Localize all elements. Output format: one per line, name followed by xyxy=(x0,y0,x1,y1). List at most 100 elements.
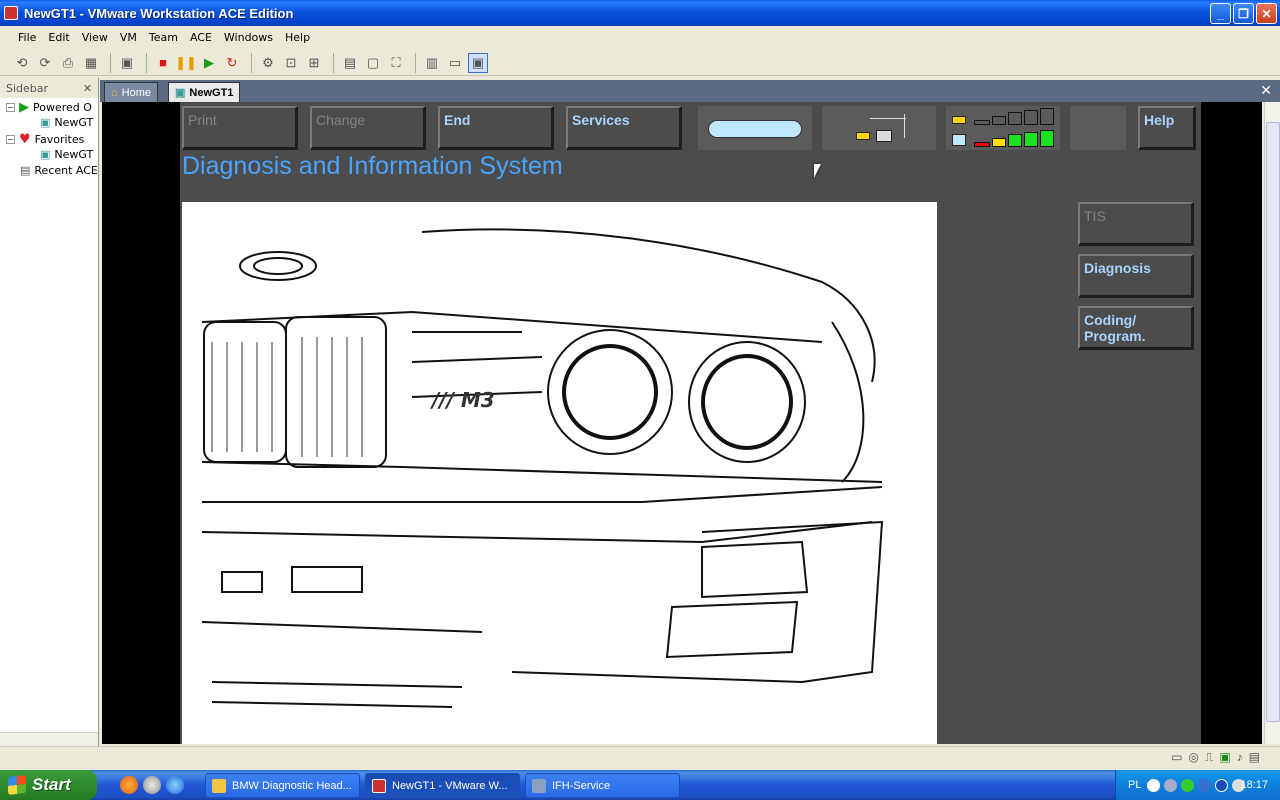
tree-recent-ace[interactable]: ▤ Recent ACE xyxy=(20,164,98,177)
sidebar-toggle-icon[interactable]: ▤ xyxy=(340,53,360,73)
restore-button[interactable]: ❐ xyxy=(1233,3,1254,24)
tree-favorites[interactable]: − ♥ Favorites xyxy=(6,132,84,147)
tab-label: NewGT1 xyxy=(189,86,234,99)
services-button[interactable]: Services xyxy=(566,106,682,150)
window-title-bar[interactable]: NewGT1 - VMware Workstation ACE Edition … xyxy=(0,0,1280,26)
task-ifh-service[interactable]: IFH-Service xyxy=(525,773,680,798)
start-label: Start xyxy=(32,775,71,794)
summary-view-icon[interactable]: ▥ xyxy=(422,53,442,73)
unity-view-icon[interactable]: ▣ xyxy=(468,52,488,73)
play-icon: ▶ xyxy=(19,100,29,115)
language-indicator[interactable]: PL xyxy=(1128,779,1141,791)
clock[interactable]: 18:17 xyxy=(1240,779,1268,791)
menu-file[interactable]: File xyxy=(12,31,42,44)
collapse-icon[interactable]: − xyxy=(6,135,15,144)
vm-icon: ▣ xyxy=(40,148,51,161)
firefox-quicklaunch-icon[interactable] xyxy=(120,776,138,794)
sidebar-close-icon[interactable]: ✕ xyxy=(83,82,92,95)
message-log-icon[interactable]: ▤ xyxy=(1249,750,1260,765)
tray-expand-icon[interactable] xyxy=(1147,778,1161,792)
task-label: NewGT1 - VMware W... xyxy=(392,779,508,792)
tree-label: NewGT xyxy=(54,148,94,161)
connection-icon xyxy=(856,114,906,144)
revert-icon[interactable]: ⊡ xyxy=(281,53,301,73)
help-button[interactable]: Help xyxy=(1138,106,1196,150)
revert-snapshot-icon[interactable]: ⟳ xyxy=(35,53,55,73)
settings-icon[interactable]: ⚙ xyxy=(258,53,278,73)
snapshot-icon[interactable]: ⟲ xyxy=(12,53,32,73)
connection-indicator xyxy=(822,106,936,150)
vertical-scrollbar[interactable] xyxy=(1264,102,1280,744)
take-snapshot-icon[interactable]: ⎙ xyxy=(58,53,78,73)
menu-help[interactable]: Help xyxy=(279,31,316,44)
task-label: BMW Diagnostic Head... xyxy=(232,779,352,792)
network-device-icon[interactable]: ▣ xyxy=(1219,750,1230,765)
suspend-icon[interactable]: ❚❚ xyxy=(175,53,197,73)
tree-vm-newgt-favorite[interactable]: ▣ NewGT xyxy=(40,148,93,161)
task-bmw-diagnostic[interactable]: BMW Diagnostic Head... xyxy=(205,773,360,798)
bluetooth-tray-icon[interactable] xyxy=(1215,778,1229,792)
sidebar-title: Sidebar xyxy=(6,81,49,95)
sound-device-icon[interactable]: ♪ xyxy=(1237,750,1243,765)
network-tray-icon[interactable] xyxy=(1181,778,1195,792)
menu-vm[interactable]: VM xyxy=(114,31,143,44)
fullscreen-icon[interactable]: ⛶ xyxy=(386,53,406,73)
page-title: Diagnosis and Information System xyxy=(182,152,563,180)
diagnosis-button[interactable]: Diagnosis xyxy=(1078,254,1194,298)
menu-ace[interactable]: ACE xyxy=(184,31,218,44)
vmware-tray-icon[interactable] xyxy=(1164,778,1178,792)
desktop-quicklaunch-icon[interactable] xyxy=(143,776,161,794)
sidebar: Sidebar ✕ − ▶ Powered O ▣ NewGT − ♥ Favo… xyxy=(0,78,99,746)
cdrom-device-icon[interactable]: ◎ xyxy=(1188,750,1198,765)
close-tab-icon[interactable]: ✕ xyxy=(1260,82,1272,99)
close-button[interactable]: ✕ xyxy=(1256,3,1277,24)
tree-vm-newgt-powered[interactable]: ▣ NewGT xyxy=(40,116,93,129)
ie-quicklaunch-icon[interactable] xyxy=(166,776,184,794)
floppy-device-icon[interactable]: ▭ xyxy=(1171,750,1182,765)
menu-view[interactable]: View xyxy=(76,31,114,44)
tree-label: Favorites xyxy=(34,133,85,146)
reset-icon[interactable]: ↻ xyxy=(222,53,242,73)
usb-device-icon[interactable]: ⎍ xyxy=(1205,750,1213,765)
collapse-icon[interactable]: − xyxy=(6,103,15,112)
tis-button[interactable]: TIS xyxy=(1078,202,1194,246)
clone-icon[interactable]: ▣ xyxy=(117,53,137,73)
start-button[interactable]: Start xyxy=(0,770,97,800)
tree-label: NewGT xyxy=(54,116,94,129)
power-off-icon[interactable]: ■ xyxy=(153,53,173,73)
power-on-icon[interactable]: ▶ xyxy=(199,53,219,73)
console-view-icon[interactable]: ▭ xyxy=(445,53,465,73)
vm-console[interactable]: Print Change End Services Help Diagnosis… xyxy=(102,102,1262,744)
end-button[interactable]: End xyxy=(438,106,554,150)
tree-powered-on[interactable]: − ▶ Powered O xyxy=(6,100,92,115)
battery-indicator xyxy=(698,106,812,150)
quick-switch-icon[interactable]: ▢ xyxy=(363,53,383,73)
minimize-button[interactable]: _ xyxy=(1210,3,1231,24)
sync-tray-icon[interactable] xyxy=(1198,778,1212,792)
service-icon xyxy=(532,778,546,793)
snapshot-manager-icon[interactable]: ▦ xyxy=(81,53,101,73)
tree-label: Powered O xyxy=(33,101,92,114)
coding-program-button[interactable]: Coding/ Program. xyxy=(1078,306,1194,350)
sidebar-horizontal-scrollbar[interactable] xyxy=(0,732,98,746)
signal-bars-icon xyxy=(952,108,1056,148)
vm-icon: ▣ xyxy=(175,87,186,99)
menu-windows[interactable]: Windows xyxy=(218,31,279,44)
tab-bar: ⌂ Home ▣ NewGT1 ✕ xyxy=(100,80,1280,102)
vmware-icon xyxy=(372,778,386,793)
menu-team[interactable]: Team xyxy=(143,31,184,44)
recent-icon: ▤ xyxy=(20,164,31,177)
home-icon: ⌂ xyxy=(111,86,118,99)
status-bar: ▭ ◎ ⎍ ▣ ♪ ▤ xyxy=(0,746,1280,768)
tab-newgt1[interactable]: ▣ NewGT1 xyxy=(168,82,241,102)
menu-edit[interactable]: Edit xyxy=(42,31,75,44)
tab-home[interactable]: ⌂ Home xyxy=(104,82,158,102)
change-button[interactable]: Change xyxy=(310,106,426,150)
battery-icon xyxy=(708,120,802,138)
tree-label: Recent ACE xyxy=(34,164,98,177)
dis-application: Print Change End Services Help Diagnosis… xyxy=(180,102,1201,744)
scrollbar-thumb[interactable] xyxy=(1266,122,1280,722)
manager-icon[interactable]: ⊞ xyxy=(304,53,324,73)
task-newgt1-vmware[interactable]: NewGT1 - VMware W... xyxy=(365,773,520,798)
print-button[interactable]: Print xyxy=(182,106,298,150)
